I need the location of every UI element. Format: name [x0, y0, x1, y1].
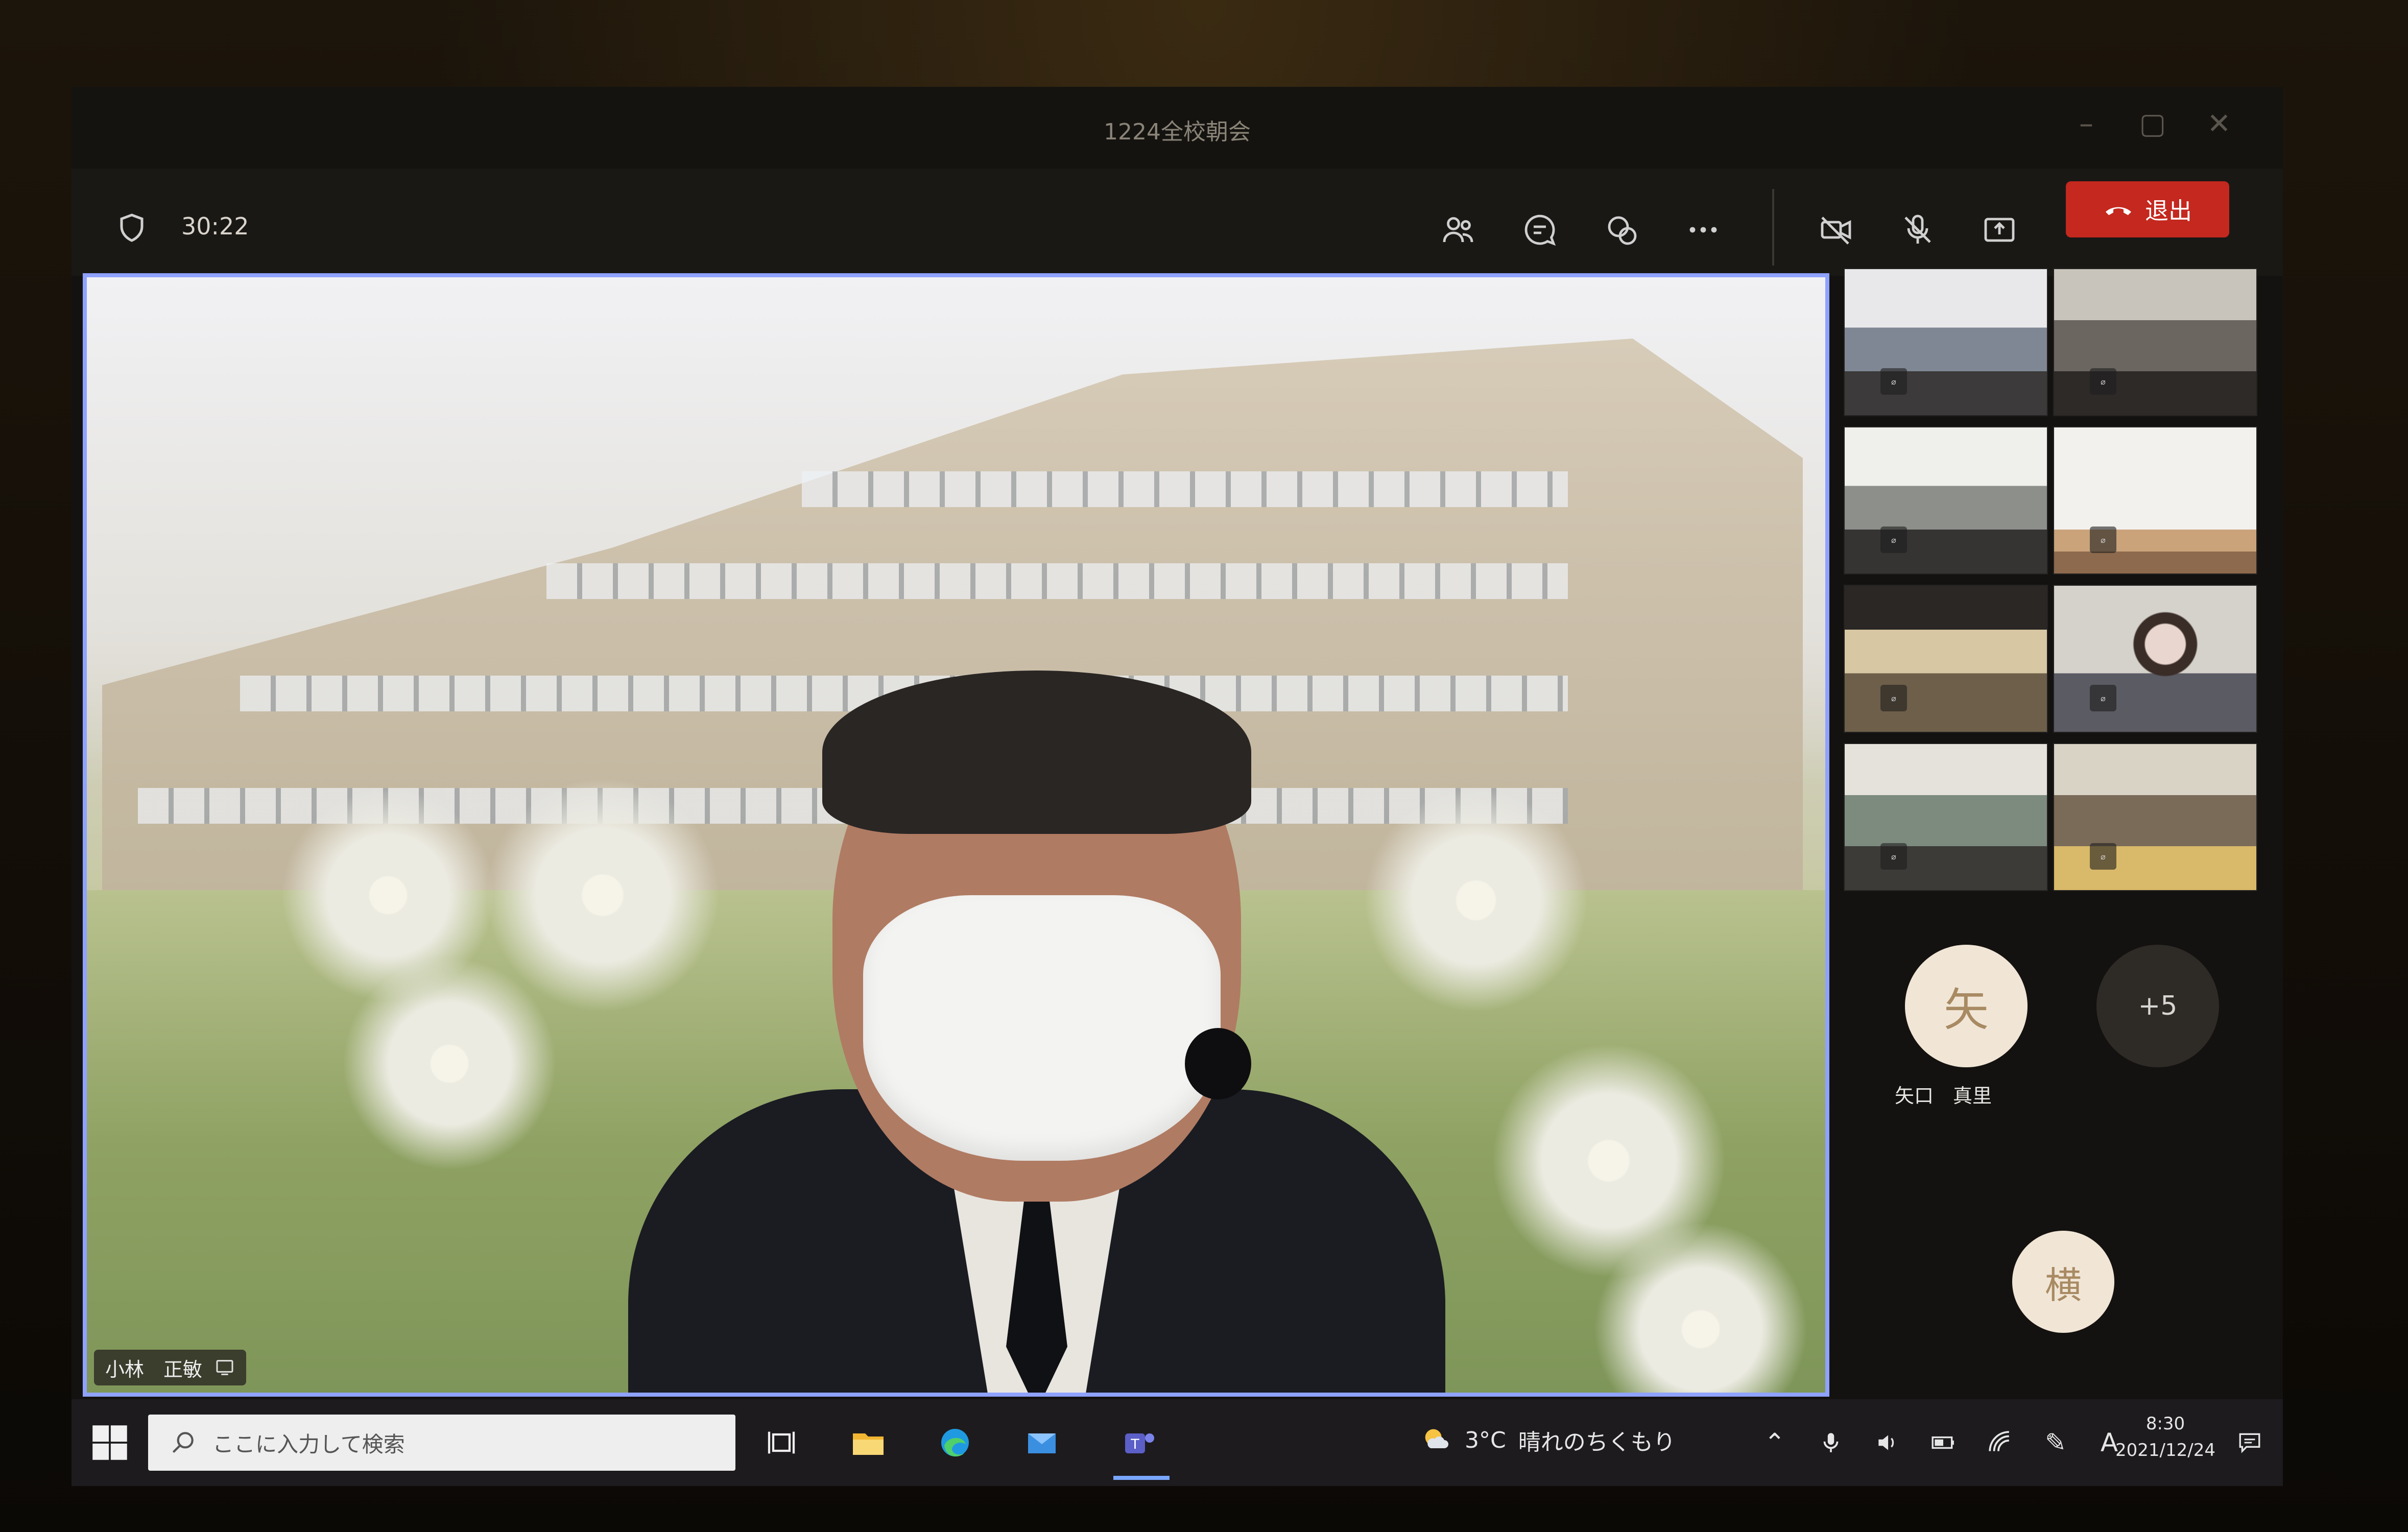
camera-off-icon	[1821, 217, 1851, 245]
avatar-initial: 矢	[1943, 983, 1989, 1036]
mic-off-icon: ⌀	[1880, 843, 1907, 870]
camera-button[interactable]	[1808, 202, 1864, 258]
participant-tile[interactable]: ⌀	[1844, 268, 2048, 416]
building-windows	[546, 563, 1568, 599]
teams-icon[interactable]: T	[1113, 1417, 1164, 1468]
participant-tile[interactable]: ⌀	[1844, 426, 2048, 574]
svg-text:T: T	[1130, 1437, 1139, 1452]
classroom-video	[1845, 269, 2047, 415]
shield-icon	[120, 213, 144, 242]
mic-off-icon: ⌀	[2090, 685, 2116, 711]
participant-tile[interactable]: ⌀	[2053, 743, 2257, 891]
teacher-video	[2054, 586, 2256, 732]
mic-off-icon	[1904, 214, 1931, 244]
more-icon	[1689, 227, 1717, 233]
classroom-video	[1845, 744, 2047, 890]
presenter-name-tag: 小林 正敏	[94, 1350, 247, 1385]
file-explorer-icon[interactable]	[843, 1417, 894, 1468]
edge-browser-icon[interactable]	[929, 1417, 981, 1468]
phone-hangup-icon	[2106, 207, 2131, 216]
mic-off-icon: ⌀	[2090, 368, 2116, 395]
participant-tile[interactable]: ⌀	[2053, 585, 2257, 733]
screen: 1224全校朝会 – ▢ ✕ 30:22 退出 小林 正敏 ⌀ ⌀ ⌀ ⌀ ⌀ …	[71, 87, 2283, 1486]
participant-tile[interactable]: ⌀	[1844, 585, 2048, 733]
weather-temp: 3°C	[1465, 1427, 1506, 1453]
taskbar: ここに入力して検索 T 3°C 晴れのちくもり ⌃ ✎ A 8:30 2021/…	[71, 1399, 2283, 1486]
classroom-video	[2054, 269, 2256, 415]
mic-button[interactable]	[1890, 202, 1946, 258]
participant-tile[interactable]: ⌀	[2053, 426, 2257, 574]
wifi-icon[interactable]	[1982, 1425, 2017, 1461]
close-icon[interactable]: ✕	[2201, 106, 2237, 142]
building-windows	[802, 471, 1568, 507]
classroom-video	[2054, 744, 2256, 890]
notification-center-icon[interactable]	[2232, 1425, 2268, 1461]
avatar-initial: 横	[2044, 1263, 2082, 1307]
share-icon	[1984, 218, 2015, 242]
meeting-timer: 30:22	[181, 212, 249, 240]
battery-icon[interactable]	[1925, 1425, 1961, 1461]
participant-tile[interactable]: ⌀	[2053, 268, 2257, 416]
meeting-toolbar	[71, 169, 2283, 276]
volume-icon[interactable]	[1869, 1425, 1905, 1461]
clock-date: 2021/12/24	[2115, 1440, 2215, 1461]
mic-off-icon: ⌀	[2090, 843, 2116, 870]
microphone-icon[interactable]	[1813, 1425, 1849, 1461]
leave-label: 退出	[2145, 197, 2192, 225]
leave-button[interactable]: 退出	[2066, 181, 2229, 237]
chat-icon	[1524, 214, 1556, 246]
more-button[interactable]	[1675, 202, 1731, 258]
taskbar-search[interactable]: ここに入力して検索	[148, 1415, 735, 1471]
presenter-mask	[863, 895, 1221, 1161]
mic-off-icon: ⌀	[1880, 685, 1907, 711]
weather-widget[interactable]: 3°C 晴れのちくもり	[1420, 1424, 1676, 1456]
search-placeholder: ここに入力して検索	[212, 1431, 405, 1457]
classroom-video	[2054, 427, 2256, 573]
presenter-video[interactable]: 小林 正敏	[83, 273, 1829, 1397]
participants-button[interactable]	[1430, 202, 1486, 258]
search-icon	[172, 1432, 194, 1453]
presenter-hair	[822, 671, 1251, 834]
mic-off-icon: ⌀	[1880, 368, 1907, 395]
headset-mic	[1185, 1028, 1251, 1099]
presenter	[475, 609, 1599, 1393]
mic-off-icon: ⌀	[1880, 526, 1907, 553]
active-app-indicator	[1113, 1476, 1170, 1480]
participant-tile[interactable]: ⌀	[1844, 743, 2048, 891]
chat-button[interactable]	[1512, 202, 1568, 258]
chevron-up-icon[interactable]: ⌃	[1757, 1425, 1793, 1461]
share-screen-icon	[216, 1360, 233, 1375]
pen-icon[interactable]: ✎	[2038, 1425, 2073, 1461]
window-title: 1224全校朝会	[1104, 119, 1251, 145]
presenter-name: 小林 正敏	[105, 1358, 203, 1381]
classroom-video	[1845, 586, 2047, 732]
classroom-video	[1845, 427, 2047, 573]
toolbar-divider	[1772, 189, 1774, 266]
avatar[interactable]: 横	[2012, 1231, 2114, 1333]
maximize-icon[interactable]: ▢	[2135, 106, 2171, 142]
avatar[interactable]: 矢	[1905, 945, 2028, 1067]
avatar-name: 矢口 真里	[1895, 1085, 1992, 1107]
reactions-button[interactable]	[1593, 202, 1650, 258]
title-bar: 1224全校朝会 – ▢ ✕	[71, 87, 2283, 169]
people-icon	[1443, 217, 1473, 243]
windows-start-icon[interactable]	[87, 1420, 133, 1466]
share-button[interactable]	[1971, 202, 2028, 258]
minimize-icon[interactable]: –	[2068, 106, 2104, 142]
mic-off-icon: ⌀	[2090, 526, 2116, 553]
task-view-icon[interactable]	[756, 1417, 807, 1468]
weather-partly-cloudy-icon	[1425, 1429, 1448, 1448]
more-participants-button[interactable]: +5	[2096, 945, 2219, 1067]
clock-time: 8:30	[2145, 1414, 2185, 1434]
taskbar-clock[interactable]: 8:30 2021/12/24	[2114, 1410, 2216, 1464]
more-participants-count: +5	[2138, 991, 2178, 1021]
mail-icon[interactable]	[1016, 1417, 1067, 1468]
weather-condition: 晴れのちくもり	[1518, 1429, 1676, 1455]
reactions-icon	[1608, 216, 1637, 245]
